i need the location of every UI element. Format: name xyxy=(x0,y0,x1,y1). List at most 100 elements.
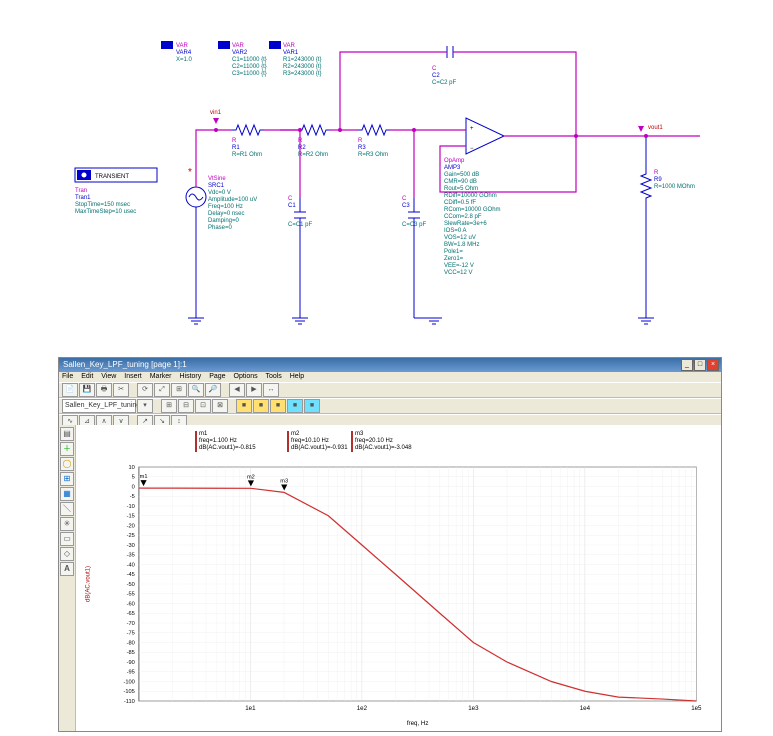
ground-icon xyxy=(188,318,654,324)
palette-star-icon[interactable]: ✳ xyxy=(60,517,74,531)
menu-insert[interactable]: Insert xyxy=(124,373,142,380)
svg-text:C2=11000 {t}: C2=11000 {t} xyxy=(232,64,267,70)
palette-rect-icon[interactable]: ▭ xyxy=(60,532,74,546)
svg-text:freq, Hz: freq, Hz xyxy=(407,720,429,727)
marker-m3[interactable]: m3freq=20.10 HzdB(AC.vout1)=-3.048 xyxy=(351,431,412,452)
menu-tools[interactable]: Tools xyxy=(265,373,281,380)
svg-text:R=1000 MOhm: R=1000 MOhm xyxy=(654,184,695,190)
tool-btn[interactable]: ■ xyxy=(236,399,252,413)
svg-text:C1: C1 xyxy=(288,203,296,209)
svg-text:-5: -5 xyxy=(130,494,135,500)
menu-help[interactable]: Help xyxy=(290,373,304,380)
tool-btn[interactable]: ↔ xyxy=(263,383,279,397)
tool-btn[interactable]: ■ xyxy=(253,399,269,413)
marker-m2[interactable]: m2freq=10.10 HzdB(AC.vout1)=-0.931 xyxy=(287,431,348,452)
svg-text:R3: R3 xyxy=(358,145,366,151)
svg-text:Tran1: Tran1 xyxy=(75,195,91,201)
tool-btn[interactable]: 🖶 xyxy=(96,383,112,397)
svg-text:0: 0 xyxy=(132,485,135,491)
maximize-button[interactable]: □ xyxy=(694,359,706,371)
minimize-button[interactable]: _ xyxy=(681,359,693,371)
svg-text:1e1: 1e1 xyxy=(245,705,256,712)
svg-text:C3: C3 xyxy=(402,203,410,209)
tool-btn[interactable]: 🔎 xyxy=(205,383,221,397)
palette-pointer-icon[interactable]: ▤ xyxy=(60,427,74,441)
svg-text:-15: -15 xyxy=(127,514,135,520)
svg-text:R1: R1 xyxy=(232,145,240,151)
close-button[interactable]: × xyxy=(707,359,719,371)
tool-btn[interactable]: 💾 xyxy=(79,383,95,397)
toolbar-2: Sallen_Key_LPF_tuning ▾ ⊞ ⊟ ⊡ ⊠ ■ ■ ■ ■ … xyxy=(59,398,721,414)
tool-btn[interactable]: ⟳ xyxy=(137,383,153,397)
tool-btn[interactable]: ⊡ xyxy=(195,399,211,413)
palette-grid-icon[interactable]: ⊞ xyxy=(60,472,74,486)
svg-text:*: * xyxy=(188,167,192,178)
palette-plus-icon[interactable]: ＋ xyxy=(60,442,74,456)
source-vtsine: * VtSine SRC1 Vdc=0 V Amplitude=100 uV F… xyxy=(186,167,257,231)
tool-btn[interactable]: ⤢ xyxy=(154,383,170,397)
marker-m1[interactable]: m1freq=1.100 HzdB(AC.vout1)=-0.815 xyxy=(195,431,256,452)
tool-btn[interactable]: ■ xyxy=(287,399,303,413)
palette-text-icon[interactable]: A xyxy=(60,562,74,576)
menu-options[interactable]: Options xyxy=(234,373,258,380)
svg-text:-105: -105 xyxy=(123,689,134,695)
menu-file[interactable]: File xyxy=(62,373,73,380)
palette-line-icon[interactable]: ＼ xyxy=(60,502,74,516)
svg-text:C: C xyxy=(288,196,293,202)
svg-text:Tran: Tran xyxy=(75,188,87,194)
svg-text:SRC1: SRC1 xyxy=(208,183,225,189)
svg-text:C3=11000 {t}: C3=11000 {t} xyxy=(232,71,267,77)
tool-btn[interactable]: ▶ xyxy=(246,383,262,397)
tool-btn[interactable]: ◀ xyxy=(229,383,245,397)
svg-text:CMR=90 dB: CMR=90 dB xyxy=(444,179,477,185)
side-palette: ▤ ＋ ◯ ⊞ ▦ ＼ ✳ ▭ ◇ A xyxy=(59,425,76,731)
tool-btn[interactable]: ⊠ xyxy=(212,399,228,413)
tool-btn[interactable]: ▾ xyxy=(137,399,153,413)
menu-marker[interactable]: Marker xyxy=(150,373,172,380)
svg-text:VAR4: VAR4 xyxy=(176,50,192,56)
tool-btn[interactable]: ■ xyxy=(304,399,320,413)
var1-block: VAR VAR1 R1=243000 {t} R2=243000 {t} R3=… xyxy=(269,41,322,77)
svg-text:R: R xyxy=(232,138,237,144)
svg-text:R: R xyxy=(654,170,659,176)
svg-text:Phase=0: Phase=0 xyxy=(208,225,233,231)
resistor-r9: R R9 R=1000 MOhm xyxy=(641,170,695,202)
dataset-select[interactable]: Sallen_Key_LPF_tuning xyxy=(62,399,136,413)
svg-text:R2=243000 {t}: R2=243000 {t} xyxy=(283,64,322,70)
resistor-r1: R R1 R=R1 Ohm xyxy=(232,125,264,158)
capacitor-c3: C C3 C=C3 pF xyxy=(402,196,427,232)
palette-poly-icon[interactable]: ◇ xyxy=(60,547,74,561)
svg-text:RDiff=10000 GOhm: RDiff=10000 GOhm xyxy=(444,193,497,199)
tool-btn[interactable]: ⊟ xyxy=(178,399,194,413)
tool-btn[interactable]: 🔍 xyxy=(188,383,204,397)
svg-text:1e2: 1e2 xyxy=(357,705,368,712)
tool-btn[interactable]: ■ xyxy=(270,399,286,413)
svg-text:Pole1=: Pole1= xyxy=(444,249,463,255)
svg-text:C=C2 pF: C=C2 pF xyxy=(432,80,457,86)
svg-text:VAR: VAR xyxy=(232,43,245,49)
tool-btn[interactable]: ⊞ xyxy=(171,383,187,397)
capacitor-c1: C C1 C=C1 pF xyxy=(288,196,313,232)
svg-text:-60: -60 xyxy=(127,602,135,608)
menu-view[interactable]: View xyxy=(101,373,116,380)
svg-text:1e5: 1e5 xyxy=(691,705,702,712)
svg-text:−: − xyxy=(470,146,474,152)
plot-area[interactable]: 1e11e21e31e41e51050-5-10-15-20-25-30-35-… xyxy=(77,427,717,727)
svg-text:-10: -10 xyxy=(127,504,135,510)
menu-history[interactable]: History xyxy=(179,373,201,380)
svg-text:MaxTimeStep=10 usec: MaxTimeStep=10 usec xyxy=(75,209,136,215)
svg-text:R1=243000 {t}: R1=243000 {t} xyxy=(283,57,322,63)
svg-text:R3=243000 {t}: R3=243000 {t} xyxy=(283,71,322,77)
svg-text:vin1: vin1 xyxy=(210,110,222,116)
svg-text:10: 10 xyxy=(128,465,134,471)
menu-edit[interactable]: Edit xyxy=(81,373,93,380)
menu-page[interactable]: Page xyxy=(209,373,225,380)
svg-text:-90: -90 xyxy=(127,660,135,666)
tool-btn[interactable]: 📄 xyxy=(62,383,78,397)
svg-text:1e4: 1e4 xyxy=(580,705,591,712)
tool-btn[interactable]: ⊞ xyxy=(161,399,177,413)
palette-circle-icon[interactable]: ◯ xyxy=(60,457,74,471)
palette-h-icon[interactable]: ▦ xyxy=(60,487,74,501)
svg-text:AMP3: AMP3 xyxy=(444,165,461,171)
tool-btn[interactable]: ✂ xyxy=(113,383,129,397)
